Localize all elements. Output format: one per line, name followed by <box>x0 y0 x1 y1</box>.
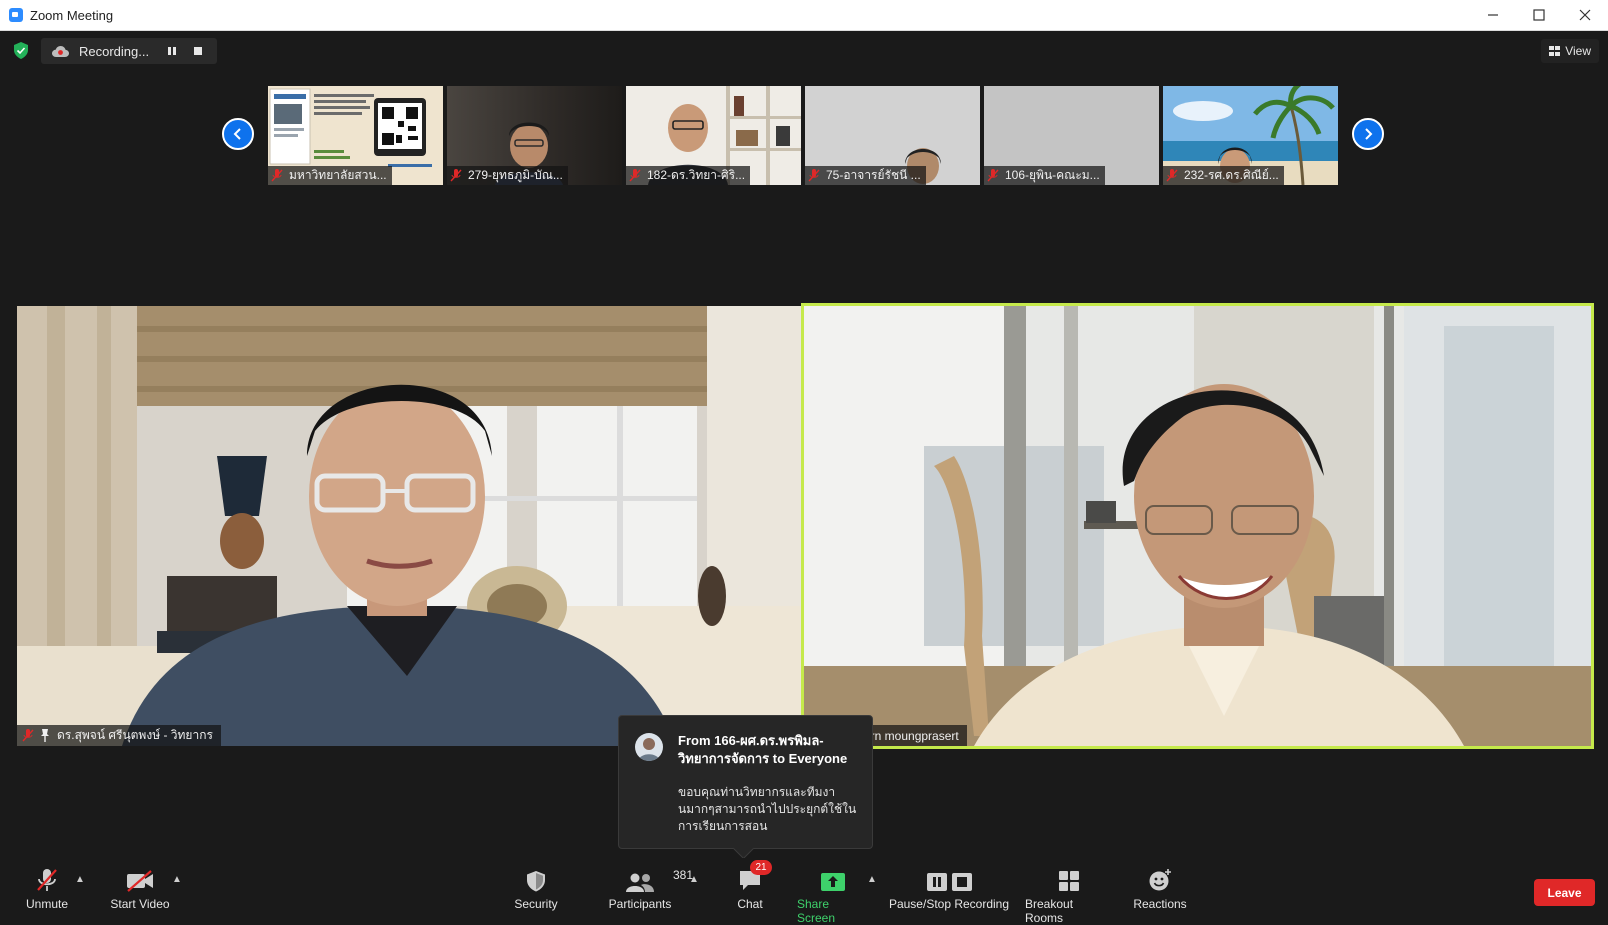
active-speaker-video-tile[interactable]: arn moungprasert <box>801 303 1594 749</box>
stop-icon <box>951 873 972 891</box>
zoom-app-icon <box>9 8 23 22</box>
leave-button[interactable]: Leave <box>1534 879 1595 906</box>
chat-unread-badge: 21 <box>750 860 772 875</box>
smiley-plus-icon <box>1149 869 1171 891</box>
shield-icon <box>526 868 546 892</box>
speaker-name-label: ดร.สุพจน์ ศรีนุตพงษ์ - วิทยากร <box>17 725 221 746</box>
view-button[interactable]: View <box>1541 39 1599 63</box>
participants-options-caret[interactable]: ▲ <box>689 874 699 885</box>
speaker-video <box>17 306 801 746</box>
microphone-muted-icon <box>808 169 820 182</box>
participant-name-label: 232-รศ.ดร.ศิณีย์... <box>1163 166 1284 185</box>
unmute-button[interactable]: Unmute <box>25 868 69 911</box>
window-controls <box>1470 0 1608 30</box>
pause-stop-recording-label: Pause/Stop Recording <box>888 897 1010 911</box>
window-title: Zoom Meeting <box>30 7 114 23</box>
participant-name-label: 75-อาจารย์รัชนี ... <box>805 166 926 185</box>
chat-message-popup[interactable]: From 166-ผศ.ดร.พรพิมล-วิทยาการจัดการ to … <box>618 715 873 849</box>
window-titlebar: Zoom Meeting <box>0 0 1608 31</box>
recording-indicator: Recording... <box>41 38 217 64</box>
avatar <box>635 733 663 761</box>
share-screen-icon <box>821 873 845 891</box>
share-options-caret[interactable]: ▲ <box>867 874 877 885</box>
maximize-button[interactable] <box>1516 0 1562 30</box>
reactions-button[interactable]: Reactions <box>1133 868 1187 911</box>
participant-name-label: 106-ยุพิน-คณะม... <box>984 166 1105 185</box>
share-screen-label: Share Screen <box>797 897 836 925</box>
chat-sender-line: From 166-ผศ.ดร.พรพิมล-วิทยาการจัดการ to … <box>678 733 848 766</box>
pause-stop-recording-button[interactable]: Pause/Stop Recording <box>888 868 1010 911</box>
pin-icon <box>41 729 49 742</box>
participant-thumbnail[interactable]: 279-ยุทธภูมิ-บัณ... <box>447 86 622 185</box>
close-window-button[interactable] <box>1562 0 1608 30</box>
video-camera-off-icon <box>126 868 154 892</box>
participants-icon <box>626 873 654 892</box>
pause-icon <box>926 873 947 891</box>
participant-thumbnail[interactable]: 106-ยุพิน-คณะม... <box>984 86 1159 185</box>
security-button[interactable]: Security <box>513 868 559 911</box>
start-video-button[interactable]: Start Video <box>108 868 172 911</box>
video-options-caret[interactable]: ▲ <box>172 874 182 885</box>
participant-thumbnail[interactable]: 75-อาจารย์รัชนี ... <box>805 86 980 185</box>
breakout-rooms-icon <box>1059 871 1079 891</box>
chat-message-text: ขอบคุณท่านวิทยากรและทีมงานมากๆสามารถนำไป… <box>678 785 857 833</box>
unmute-label: Unmute <box>25 897 69 911</box>
next-page-button[interactable] <box>1352 118 1384 150</box>
cloud-recording-icon <box>52 45 69 57</box>
chat-label: Chat <box>737 897 763 911</box>
participant-name-label: 182-ดร.วิทยา-ศิริ... <box>626 166 751 185</box>
participant-thumbnail[interactable]: 182-ดร.วิทยา-ศิริ... <box>626 86 801 185</box>
security-label: Security <box>514 897 558 911</box>
meeting-stage: Recording... View มหาวิทยาลัยสวน... 279-… <box>0 31 1608 919</box>
participant-thumbnail-strip: มหาวิทยาลัยสวน... 279-ยุทธภูมิ-บัณ... 18… <box>268 86 1338 185</box>
encryption-shield-icon[interactable] <box>13 42 29 59</box>
microphone-muted-icon <box>1166 169 1178 182</box>
microphone-muted-icon <box>22 729 34 742</box>
view-label: View <box>1565 44 1591 58</box>
participant-thumbnail[interactable]: 232-รศ.ดร.ศิณีย์... <box>1163 86 1338 185</box>
pause-recording-button[interactable] <box>159 38 185 64</box>
previous-page-button[interactable] <box>222 118 254 150</box>
participants-button[interactable]: 381 Participants <box>608 868 693 911</box>
microphone-muted-icon <box>36 868 58 892</box>
audio-options-caret[interactable]: ▲ <box>75 874 85 885</box>
breakout-rooms-button[interactable]: Breakout Rooms <box>1025 868 1113 925</box>
speaker-video-tile[interactable]: ดร.สุพจน์ ศรีนุตพงษ์ - วิทยากร <box>17 306 801 746</box>
chevron-left-icon <box>233 128 241 140</box>
microphone-muted-icon <box>271 169 283 182</box>
reactions-label: Reactions <box>1133 897 1187 911</box>
chat-button[interactable]: 21 Chat <box>733 860 772 911</box>
participant-name-label: มหาวิทยาลัยสวน... <box>268 166 392 185</box>
stop-recording-button[interactable] <box>185 38 211 64</box>
microphone-muted-icon <box>450 169 462 182</box>
microphone-muted-icon <box>987 169 999 182</box>
start-video-label: Start Video <box>110 897 170 911</box>
grid-view-icon <box>1549 46 1561 56</box>
recording-label: Recording... <box>79 43 150 59</box>
share-screen-button[interactable]: Share Screen <box>797 868 869 925</box>
participant-name-label: 279-ยุทธภูมิ-บัณ... <box>447 166 568 185</box>
chevron-right-icon <box>1365 128 1373 140</box>
microphone-muted-icon <box>629 169 641 182</box>
meeting-controls-toolbar: Unmute ▲ Start Video ▲ Security 381 Part… <box>0 858 1608 925</box>
minimize-button[interactable] <box>1470 0 1516 30</box>
breakout-rooms-label: Breakout Rooms <box>1025 897 1074 925</box>
participants-label: Participants <box>608 897 672 911</box>
speaker-video <box>804 306 1591 746</box>
participant-thumbnail[interactable]: มหาวิทยาลัยสวน... <box>268 86 443 185</box>
